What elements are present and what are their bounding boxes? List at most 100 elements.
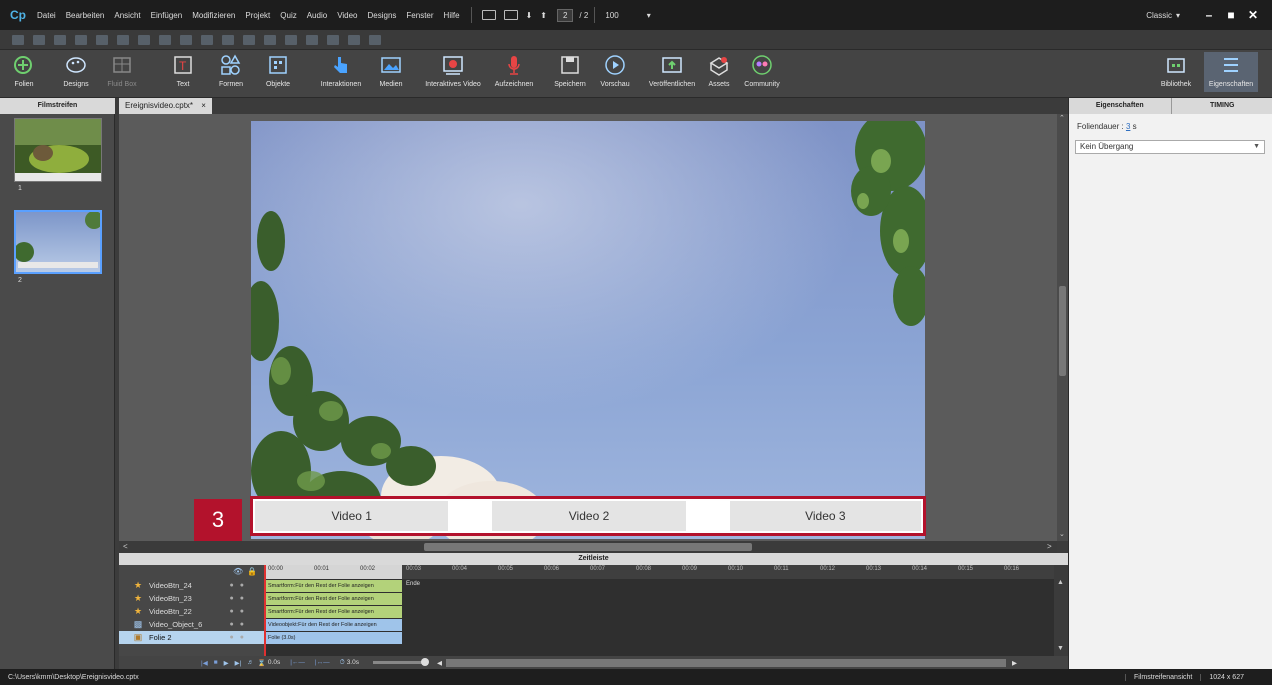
align-middle-icon[interactable] [96,34,108,45]
vorschau-button[interactable]: Vorschau [598,54,632,88]
slide-thumbnail-1[interactable] [14,118,102,182]
medien-button[interactable]: Medien [376,54,406,88]
timeline-ruler[interactable]: 00:00 00:01 00:02 00:03 00:04 00:05 00:0… [264,565,1054,579]
menu-fenster[interactable]: Fenster [401,11,438,20]
scroll-down-icon[interactable]: ⌄ [1059,530,1065,538]
mail-icon[interactable] [503,10,518,20]
align-right-icon[interactable] [54,34,66,45]
audio-icon[interactable]: ♬ [247,659,254,666]
visibility-dots[interactable]: ●● [230,608,250,615]
align-bottom-icon[interactable] [117,34,129,45]
tab-timing[interactable]: TIMING [1170,98,1272,114]
scroll-left-icon[interactable]: < [123,541,128,553]
slide-thumbnail-2[interactable] [14,210,102,274]
menu-video[interactable]: Video [332,11,362,20]
menu-audio[interactable]: Audio [302,11,332,20]
timeline-row-videobtn-24[interactable]: ★ VideoBtn_24 ●● [119,579,264,592]
fluid-box-button[interactable]: Fluid Box [104,54,140,88]
center-v-icon[interactable] [264,34,276,45]
zoom-in-icon[interactable]: |↔— [315,659,330,666]
slide-video-frame[interactable] [251,121,925,539]
timeline-vertical-scrollbar[interactable]: ▲ ▼ [1054,565,1068,656]
scroll-left-icon[interactable]: ◀ [437,659,442,667]
timeline-grid[interactable]: 00:00 00:01 00:02 00:03 00:04 00:05 00:0… [264,565,1054,656]
folien-button[interactable]: Folien [6,54,42,88]
bring-front-icon[interactable] [285,34,297,45]
timeline-row-videobtn-22[interactable]: ★ VideoBtn_22 ●● [119,605,264,618]
visibility-dots[interactable]: ●● [230,595,250,602]
slide-duration-value[interactable]: 3 [1126,122,1130,131]
minimize-icon[interactable]: – [1198,8,1220,22]
assets-button[interactable]: Assets [704,54,734,88]
maximize-icon[interactable]: ■ [1220,8,1242,22]
scroll-up-icon[interactable]: ⌃ [1059,114,1065,122]
transition-select[interactable]: Kein Übergang ▼ [1075,140,1265,154]
send-back-icon[interactable] [306,34,318,45]
zoom-dropdown-icon[interactable]: ▾ [647,11,651,20]
menu-quiz[interactable]: Quiz [275,11,301,20]
interaktionen-button[interactable]: Interaktionen [316,54,366,88]
same-size-icon[interactable] [222,34,234,45]
timeline-bar-videobtn-22[interactable]: Smartform:Für den Rest der Folie anzeige… [264,606,402,618]
eigenschaften-button[interactable]: Eigenschaften [1204,52,1258,92]
ungroup-icon[interactable] [348,34,360,45]
video-3-button[interactable]: Video 3 [729,501,922,531]
align-top-icon[interactable] [75,34,87,45]
align-left-icon[interactable] [12,34,24,45]
stop-icon[interactable]: ■ [214,659,218,666]
speichern-button[interactable]: Speichern [552,54,588,88]
menu-hilfe[interactable]: Hilfe [439,11,465,20]
group-icon[interactable] [327,34,339,45]
timeline-bar-video-object-6[interactable]: Videoobjekt:Für den Rest der Folie anzei… [264,619,402,631]
stage-horizontal-scrollbar[interactable]: < > [119,541,1057,553]
slider-thumb[interactable] [420,658,429,666]
video-2-button[interactable]: Video 2 [492,501,686,531]
scrollbar-thumb[interactable] [424,543,752,551]
monitor-icon[interactable] [481,10,496,20]
lock-icon[interactable]: 🔒 [247,567,257,576]
document-tab[interactable]: Ereignisvideo.cptx* × [119,98,212,114]
menu-datei[interactable]: Datei [32,11,61,20]
visibility-dots[interactable]: ●● [230,582,250,589]
visibility-dots[interactable]: ●● [230,634,250,641]
arrow-down-icon[interactable]: ⬇ [526,11,533,20]
timeline-horizontal-scrollbar[interactable] [445,658,1006,667]
veroeffentlichen-button[interactable]: Veröffentlichen [644,54,700,88]
same-width-icon[interactable] [180,34,192,45]
scroll-right-icon[interactable]: ▶ [1012,659,1017,667]
timeline-row-videobtn-23[interactable]: ★ VideoBtn_23 ●● [119,592,264,605]
eye-icon[interactable]: 👁 [233,567,243,576]
interaktives-video-button[interactable]: Interaktives Video [420,54,486,88]
timeline-row-folie-2[interactable]: ▣ Folie 2 ●● [119,631,264,644]
align-center-icon[interactable] [33,34,45,45]
menu-bearbeiten[interactable]: Bearbeiten [61,11,110,20]
timeline-row-video-object-6[interactable]: ▩ Video_Object_6 ●● [119,618,264,631]
tab-close-icon[interactable]: × [201,101,206,110]
zoom-out-icon[interactable]: |←— [290,659,305,666]
stage-vertical-scrollbar[interactable]: ⌃ ⌄ [1057,114,1068,541]
menu-projekt[interactable]: Projekt [240,11,275,20]
distribute-h-icon[interactable] [138,34,150,45]
same-height-icon[interactable] [201,34,213,45]
scroll-down-icon[interactable]: ▼ [1057,645,1064,652]
designs-button[interactable]: Designs [56,54,96,88]
play-icon[interactable]: ▶ [224,659,229,667]
center-h-icon[interactable] [243,34,255,45]
zoom-level[interactable]: 100 [605,11,618,20]
current-page-input[interactable]: 2 [556,8,574,22]
video-1-button[interactable]: Video 1 [255,501,449,531]
scroll-up-icon[interactable]: ▲ [1057,579,1064,586]
timeline-zoom-slider[interactable] [372,658,429,666]
menu-einfuegen[interactable]: Einfügen [146,11,188,20]
menu-ansicht[interactable]: Ansicht [109,11,145,20]
tab-eigenschaften[interactable]: Eigenschaften [1069,98,1171,114]
aufzeichnen-button[interactable]: Aufzeichnen [492,54,536,88]
first-frame-icon[interactable]: |◀ [201,659,208,667]
scrollbar-thumb[interactable] [1059,286,1066,376]
arrow-up-icon[interactable]: ⬆ [540,11,547,20]
objekte-button[interactable]: Objekte [260,54,296,88]
bibliothek-button[interactable]: Bibliothek [1156,54,1196,88]
timeline-playhead[interactable] [264,565,266,656]
timeline-bar-videobtn-23[interactable]: Smartform:Für den Rest der Folie anzeige… [264,593,402,605]
workspace-switcher[interactable]: Classic [1146,11,1172,20]
